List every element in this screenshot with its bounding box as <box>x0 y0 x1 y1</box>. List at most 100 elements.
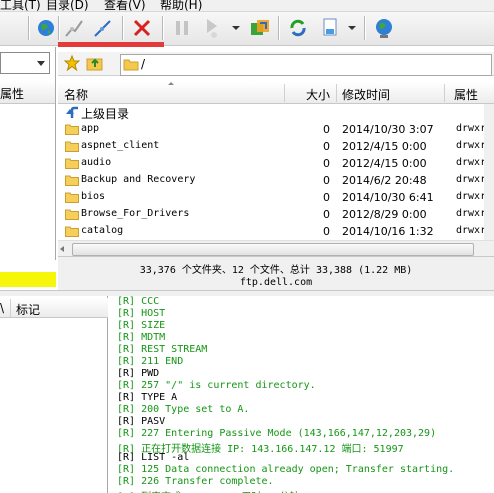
file-name: catalog <box>81 225 124 236</box>
parent-dir-label: 上级目录 <box>81 107 130 121</box>
scroll-thumb[interactable] <box>72 243 474 256</box>
vertical-scrollbar[interactable] <box>484 104 494 240</box>
log-line: [R] 200 Type set to A. <box>117 404 250 415</box>
file-name: audio <box>81 157 112 168</box>
file-modified: 2014/6/2 20:48 <box>342 174 427 187</box>
file-row[interactable]: catalog 0 2014/10/16 1:32 drwxrw <box>58 223 494 240</box>
menu-directory[interactable]: 目录(D) <box>46 0 89 11</box>
file-row[interactable]: app 0 2014/10/30 3:07 drwxrw <box>58 121 494 138</box>
file-size: 0 <box>323 174 330 187</box>
log-line: [R] 227 Entering Passive Mode (143,166,1… <box>117 428 437 439</box>
folder-icon <box>65 158 79 169</box>
folder-icon <box>65 226 79 237</box>
file-size: 0 <box>323 157 330 170</box>
log-line: [R] 226 Transfer complete. <box>117 476 274 487</box>
chevron-down-icon <box>37 61 45 66</box>
folder-icon <box>65 209 79 220</box>
log-line: [R] 211 END <box>117 356 184 367</box>
file-name: app <box>81 123 100 134</box>
toolbar <box>0 12 494 47</box>
remote-column-header: 名称 大小 修改时间 属性 <box>58 82 494 104</box>
queue-col-mark[interactable]: 标记 <box>16 301 40 318</box>
file-modified: 2012/8/29 0:00 <box>342 208 427 221</box>
log-line: [R] PWD <box>117 368 160 379</box>
folder-icon <box>65 141 79 152</box>
log-line: [R] REST STREAM <box>117 344 208 355</box>
log-line: [R] SIZE <box>117 320 166 331</box>
log-line: [R] PASV <box>117 416 166 427</box>
globe-icon[interactable] <box>372 15 396 41</box>
disconnect-icon[interactable] <box>90 15 114 41</box>
log-line: [R] LIST -al <box>117 452 190 463</box>
local-status-bar <box>0 272 56 287</box>
up-arrow-icon <box>66 106 78 118</box>
favorites-star-icon[interactable] <box>63 54 81 74</box>
file-name: Backup and Recovery <box>81 174 196 185</box>
file-modified: 2012/4/15 0:00 <box>342 140 427 153</box>
log-line: [R] CCC <box>117 296 160 307</box>
menu-tools[interactable]: 工具(T) <box>0 0 41 11</box>
refresh-icon[interactable] <box>286 15 310 41</box>
file-size: 0 <box>323 225 330 238</box>
log-line: [R] TYPE A <box>117 392 178 403</box>
log-line: [R] HOST <box>117 308 166 319</box>
menu-view[interactable]: 查看(V) <box>104 0 146 11</box>
remote-path-input[interactable]: / <box>120 54 492 76</box>
scroll-left-icon[interactable] <box>60 246 64 252</box>
file-size: 0 <box>323 140 330 153</box>
queue-column-header: \ 标记 <box>0 298 108 318</box>
column-size[interactable]: 大小 <box>306 86 330 103</box>
file-row[interactable]: Browse_For_Drivers 0 2012/8/29 0:00 drwxrw <box>58 206 494 223</box>
local-pane <box>0 47 56 260</box>
up-folder-icon[interactable] <box>86 55 104 74</box>
folder-icon <box>123 59 139 71</box>
globe-icon[interactable] <box>34 15 58 41</box>
queue-icon[interactable] <box>200 15 224 41</box>
sort-arrow-icon <box>168 82 174 85</box>
session-log: [R] CCC [R] HOST [R] SIZE [R] MDTM [R] REST … <box>110 296 494 493</box>
dropdown-arrow-icon[interactable] <box>348 26 356 30</box>
log-line: [R] 257 "/" is current directory. <box>117 380 316 391</box>
file-name: bios <box>81 191 106 202</box>
remote-file-list: 上级目录 app 0 2014/10/30 3:07 drwxrw aspnet_cli… <box>58 104 494 240</box>
server-hostname: ftp.dell.com <box>239 277 313 288</box>
file-row[interactable]: Backup and Recovery 0 2014/6/2 20:48 drwxrw <box>58 172 494 189</box>
local-column-header[interactable]: 属性 <box>0 80 55 104</box>
column-name[interactable]: 名称 <box>64 86 88 103</box>
highlight-underline <box>58 42 164 47</box>
log-line: [R] 125 Data connection already open; Tr… <box>117 464 455 475</box>
dropdown-arrow-icon[interactable] <box>232 26 240 30</box>
menu-help[interactable]: 帮助(H) <box>160 0 202 11</box>
file-row[interactable]: audio 0 2012/4/15 0:00 drwxrw <box>58 155 494 172</box>
local-path-combo[interactable] <box>0 52 50 74</box>
stop-icon[interactable] <box>130 15 154 41</box>
log-line: [R] 列表完成: 2.34 MB 用时 2 分钟 5 <box>117 488 311 493</box>
folder-icon <box>65 175 79 186</box>
horizontal-scrollbar[interactable] <box>58 240 494 256</box>
queue-col-1[interactable]: \ <box>0 301 4 315</box>
remote-status-area: 33,376 个文件夹、12 个文件、总计 33,388 (1.22 MB) f… <box>58 256 494 290</box>
pause-icon[interactable] <box>170 15 194 41</box>
remote-path-bar: / <box>58 52 494 76</box>
file-name: aspnet_client <box>81 140 160 151</box>
menu-bar: 工具(T) 目录(D) 查看(V) 帮助(H) <box>0 0 494 12</box>
file-modified: 2014/10/30 3:07 <box>342 123 434 136</box>
file-row[interactable]: bios 0 2014/10/30 6:41 drwxrw <box>58 189 494 206</box>
file-modified: 2014/10/30 6:41 <box>342 191 434 204</box>
file-row[interactable]: aspnet_client 0 2012/4/15 0:00 drwxrw <box>58 138 494 155</box>
column-modified[interactable]: 修改时间 <box>342 86 390 103</box>
folder-icon <box>65 124 79 135</box>
local-attr-header: 属性 <box>0 87 25 101</box>
parent-dir-row[interactable]: 上级目录 <box>58 104 494 121</box>
file-name: Browse_For_Drivers <box>81 208 190 219</box>
properties-icon[interactable] <box>318 15 342 41</box>
connect-icon[interactable] <box>62 15 86 41</box>
sync-icon[interactable] <box>248 15 272 41</box>
file-size: 0 <box>323 208 330 221</box>
folder-icon <box>65 192 79 203</box>
file-summary: 33,376 个文件夹、12 个文件、总计 33,388 (1.22 MB) <box>139 265 413 276</box>
column-attr[interactable]: 属性 <box>454 86 478 103</box>
log-line: [R] MDTM <box>117 332 166 343</box>
file-size: 0 <box>323 123 330 136</box>
remote-path-value: / <box>141 57 146 71</box>
